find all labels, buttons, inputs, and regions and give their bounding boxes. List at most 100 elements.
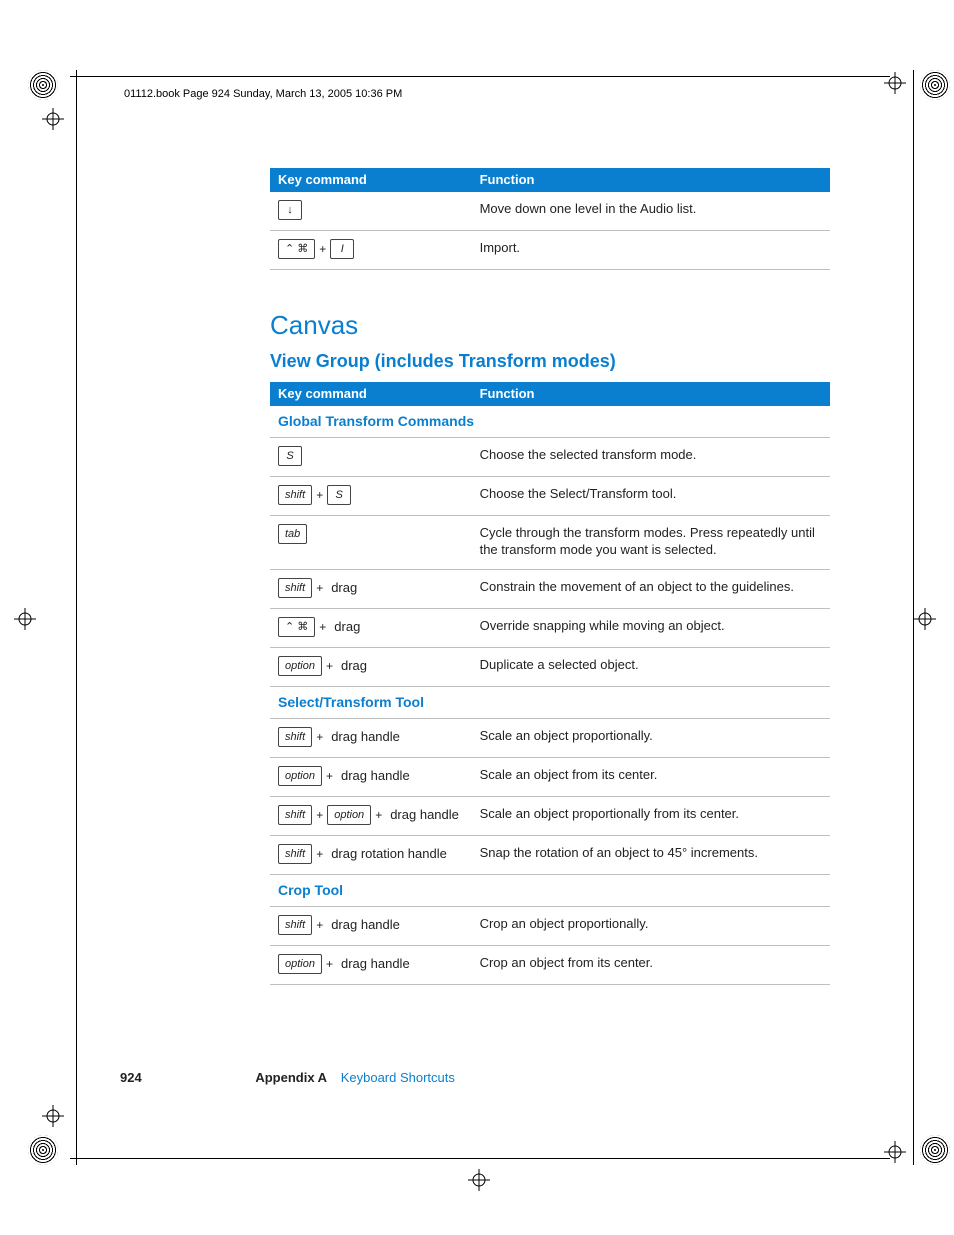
key-command-cell: shift+drag rotation handle — [270, 835, 472, 874]
key-command-cell: tab — [270, 515, 472, 569]
key-command-cell: shift+drag handle — [270, 718, 472, 757]
keycap: shift — [278, 915, 312, 935]
keycap: ⌃ ⌘ — [278, 617, 315, 637]
keycap: option — [278, 766, 322, 786]
shortcut-table-audio: Key command Function ↓Move down one leve… — [270, 168, 830, 270]
plus-joiner: + — [312, 487, 327, 503]
appendix-label: Appendix A — [255, 1070, 327, 1085]
keycap: shift — [278, 844, 312, 864]
subheading-row: Global Transform Commands — [270, 406, 830, 438]
function-cell: Duplicate a selected object. — [472, 647, 830, 686]
page-number: 924 — [120, 1070, 142, 1085]
function-cell: Import. — [472, 231, 830, 270]
registration-mark — [914, 608, 936, 630]
function-cell: Crop an object from its center. — [472, 945, 830, 984]
plus-joiner: + — [322, 658, 337, 674]
function-cell: Crop an object proportionally. — [472, 906, 830, 945]
gesture-text: drag rotation handle — [327, 845, 447, 863]
keycap: shift — [278, 805, 312, 825]
col-function: Function — [472, 382, 830, 406]
plus-joiner: + — [312, 846, 327, 862]
registration-mark — [468, 1169, 490, 1191]
keycap: option — [327, 805, 371, 825]
table-row: option+drag handleScale an object from i… — [270, 757, 830, 796]
plus-joiner: + — [312, 807, 327, 823]
gesture-text: drag handle — [327, 916, 400, 934]
appendix-title: Keyboard Shortcuts — [341, 1070, 455, 1085]
key-command-cell: ⌃ ⌘+drag — [270, 608, 472, 647]
spiral-mark — [920, 1135, 950, 1165]
table-row: tabCycle through the transform modes. Pr… — [270, 515, 830, 569]
gesture-text: drag handle — [327, 728, 400, 746]
keycap: shift — [278, 485, 312, 505]
crop-line — [70, 1158, 890, 1159]
content-area: Key command Function ↓Move down one leve… — [270, 168, 830, 985]
group-subheading: Global Transform Commands — [270, 406, 830, 438]
subheading-row: Crop Tool — [270, 874, 830, 906]
keycap: tab — [278, 524, 307, 544]
keycap: shift — [278, 578, 312, 598]
plus-joiner: + — [315, 619, 330, 635]
key-command-cell: option+drag — [270, 647, 472, 686]
function-cell: Snap the rotation of an object to 45° in… — [472, 835, 830, 874]
crop-line — [76, 70, 77, 1165]
keycap: ⌃ ⌘ — [278, 239, 315, 259]
gesture-text: drag handle — [386, 806, 459, 824]
keycap: S — [327, 485, 351, 505]
table-row: shift+dragConstrain the movement of an o… — [270, 569, 830, 608]
key-command-cell: S — [270, 437, 472, 476]
subheading-row: Select/Transform Tool — [270, 686, 830, 718]
function-cell: Move down one level in the Audio list. — [472, 192, 830, 231]
function-cell: Choose the selected transform mode. — [472, 437, 830, 476]
table-row: shift+SChoose the Select/Transform tool. — [270, 476, 830, 515]
plus-joiner: + — [315, 241, 330, 257]
registration-mark — [42, 108, 64, 130]
key-command-cell: shift+drag — [270, 569, 472, 608]
function-cell: Scale an object proportionally. — [472, 718, 830, 757]
page: 01112.book Page 924 Sunday, March 13, 20… — [0, 0, 954, 1235]
keycap: shift — [278, 727, 312, 747]
table-row: shift+drag handleCrop an object proporti… — [270, 906, 830, 945]
gesture-text: drag — [337, 657, 367, 675]
table-row: ⌃ ⌘+dragOverride snapping while moving a… — [270, 608, 830, 647]
table-row: option+dragDuplicate a selected object. — [270, 647, 830, 686]
plus-joiner: + — [312, 917, 327, 933]
plus-joiner: + — [322, 768, 337, 784]
keycap: I — [330, 239, 354, 259]
col-function: Function — [472, 168, 830, 192]
plus-joiner: + — [312, 580, 327, 596]
group-subheading: Select/Transform Tool — [270, 686, 830, 718]
table-row: shift+option+drag handleScale an object … — [270, 796, 830, 835]
spiral-mark — [28, 1135, 58, 1165]
section-heading-canvas: Canvas — [270, 310, 830, 341]
table-row: option+drag handleCrop an object from it… — [270, 945, 830, 984]
table-row: SChoose the selected transform mode. — [270, 437, 830, 476]
key-command-cell: shift+drag handle — [270, 906, 472, 945]
key-command-cell: option+drag handle — [270, 757, 472, 796]
crop-line — [70, 76, 890, 77]
keycap: option — [278, 656, 322, 676]
function-cell: Choose the Select/Transform tool. — [472, 476, 830, 515]
page-footer: 924 Appendix A Keyboard Shortcuts — [120, 1070, 455, 1085]
gesture-text: drag handle — [337, 955, 410, 973]
table-row: ⌃ ⌘+IImport. — [270, 231, 830, 270]
key-command-cell: option+drag handle — [270, 945, 472, 984]
registration-mark — [42, 1105, 64, 1127]
col-key-command: Key command — [270, 168, 472, 192]
spiral-mark — [28, 70, 58, 100]
key-command-cell: shift+S — [270, 476, 472, 515]
registration-mark — [14, 608, 36, 630]
crop-line — [913, 70, 914, 1165]
registration-mark — [884, 1141, 906, 1163]
plus-joiner: + — [312, 729, 327, 745]
plus-joiner: + — [371, 807, 386, 823]
table-row: shift+drag handleScale an object proport… — [270, 718, 830, 757]
table-row: shift+drag rotation handleSnap the rotat… — [270, 835, 830, 874]
gesture-text: drag — [330, 618, 360, 636]
gesture-text: drag handle — [337, 767, 410, 785]
plus-joiner: + — [322, 956, 337, 972]
function-cell: Override snapping while moving an object… — [472, 608, 830, 647]
group-subheading: Crop Tool — [270, 874, 830, 906]
key-command-cell: ↓ — [270, 192, 472, 231]
key-command-cell: ⌃ ⌘+I — [270, 231, 472, 270]
